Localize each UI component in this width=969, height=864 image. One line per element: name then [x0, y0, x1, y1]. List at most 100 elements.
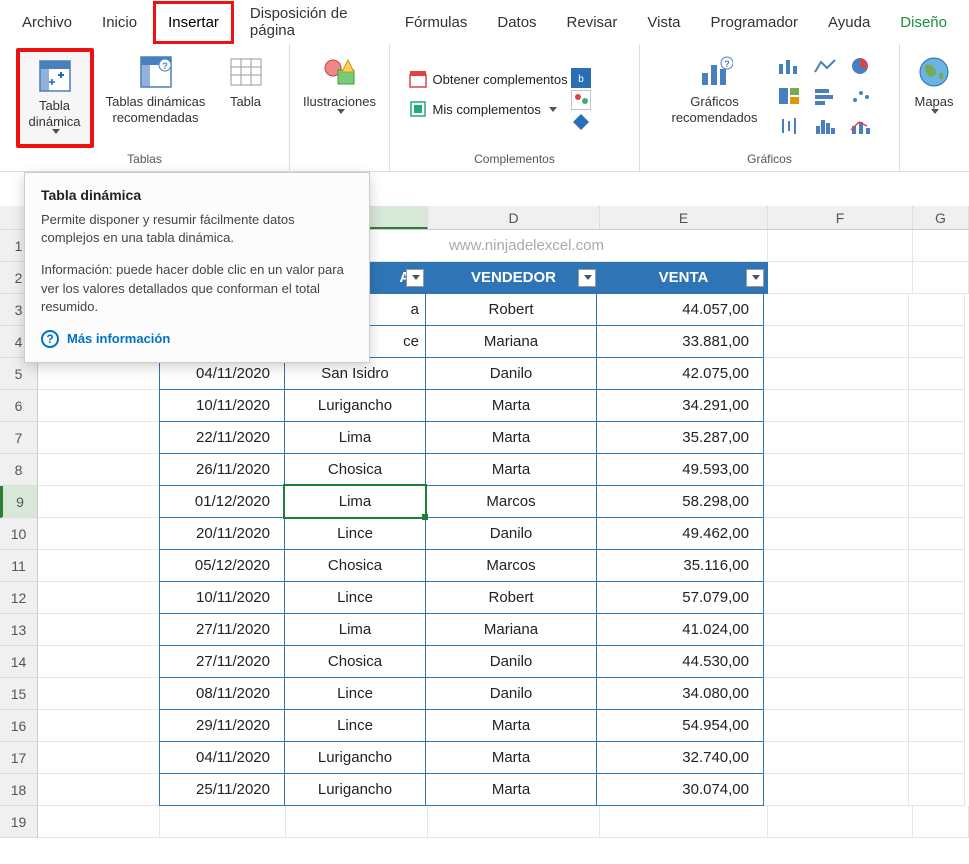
cell-ciudad-17[interactable]: Lurigancho	[284, 741, 426, 774]
cell-F8[interactable]	[764, 454, 909, 486]
row-header-12[interactable]: 12	[0, 582, 37, 614]
filter-dropdown-icon[interactable]	[746, 269, 764, 287]
row-header-19[interactable]: 19	[0, 806, 37, 838]
cell-vendedor-12[interactable]: Robert	[425, 581, 597, 614]
cell-ciudad-6[interactable]: Lurigancho	[284, 389, 426, 422]
cell-G13[interactable]	[909, 614, 965, 646]
row-header-13[interactable]: 13	[0, 614, 37, 646]
line-chart-icon[interactable]	[808, 52, 842, 80]
cell-F7[interactable]	[764, 422, 909, 454]
col-header-E[interactable]: E	[600, 206, 768, 229]
row-header-9[interactable]: 9	[0, 486, 37, 518]
cell-venta-8[interactable]: 49.593,00	[596, 453, 764, 486]
cell-venta-5[interactable]: 42.075,00	[596, 357, 764, 390]
row-header-7[interactable]: 7	[0, 422, 37, 454]
col-header-F[interactable]: F	[768, 206, 913, 229]
cell-fecha-15[interactable]: 08/11/2020	[159, 677, 285, 710]
cell-F11[interactable]	[764, 550, 909, 582]
cell-venta-9[interactable]: 58.298,00	[596, 485, 764, 518]
cell-A12[interactable]	[38, 582, 160, 614]
cell-fecha-17[interactable]: 04/11/2020	[159, 741, 285, 774]
pivot-table-button[interactable]: Tabla dinámica	[16, 48, 94, 148]
cell-G6[interactable]	[909, 390, 965, 422]
cell-F15[interactable]	[764, 678, 909, 710]
cell-A9[interactable]	[38, 486, 160, 518]
cell-A7[interactable]	[38, 422, 160, 454]
row-header-18[interactable]: 18	[0, 774, 37, 806]
cell-G18[interactable]	[909, 774, 965, 806]
cell-vendedor-6[interactable]: Marta	[425, 389, 597, 422]
cell-ciudad-8[interactable]: Chosica	[284, 453, 426, 486]
row-header-11[interactable]: 11	[0, 550, 37, 582]
cell-ciudad-10[interactable]: Lince	[284, 517, 426, 550]
cell-E19[interactable]	[600, 806, 768, 838]
menu-formulas[interactable]: Fórmulas	[391, 2, 482, 43]
row-header-17[interactable]: 17	[0, 742, 37, 774]
cell-F14[interactable]	[764, 646, 909, 678]
cell-A16[interactable]	[38, 710, 160, 742]
filter-dropdown-icon[interactable]	[578, 269, 596, 287]
cell-C19[interactable]	[286, 806, 428, 838]
cell-fecha-11[interactable]: 05/12/2020	[159, 549, 285, 582]
cell-A14[interactable]	[38, 646, 160, 678]
combo-chart-icon[interactable]	[844, 112, 878, 140]
cell-vendedor-8[interactable]: Marta	[425, 453, 597, 486]
table-header-vendedor[interactable]: VENDEDOR	[428, 262, 600, 294]
cell-vendedor-3[interactable]: Robert	[425, 293, 597, 326]
cell-ciudad-7[interactable]: Lima	[284, 421, 426, 454]
scatter-chart-icon[interactable]	[844, 82, 878, 110]
cell-venta-10[interactable]: 49.462,00	[596, 517, 764, 550]
menu-inicio[interactable]: Inicio	[88, 2, 151, 43]
cell-ciudad-18[interactable]: Lurigancho	[284, 773, 426, 806]
cell-venta-13[interactable]: 41.024,00	[596, 613, 764, 646]
recommended-pivot-button[interactable]: ? Tablas dinámicas recomendadas	[98, 48, 214, 148]
people-graph-icon[interactable]	[571, 90, 589, 108]
row-header-6[interactable]: 6	[0, 390, 37, 422]
cell-F13[interactable]	[764, 614, 909, 646]
cell-G17[interactable]	[909, 742, 965, 774]
cell-venta-14[interactable]: 44.530,00	[596, 645, 764, 678]
cell-G15[interactable]	[909, 678, 965, 710]
bing-maps-icon[interactable]: b	[571, 68, 589, 86]
cell-A10[interactable]	[38, 518, 160, 550]
cell-ciudad-9[interactable]: Lima	[284, 485, 426, 518]
cell-F17[interactable]	[764, 742, 909, 774]
cell-fecha-7[interactable]: 22/11/2020	[159, 421, 285, 454]
cell-F5[interactable]	[764, 358, 909, 390]
cell-F1[interactable]	[768, 230, 913, 262]
cell-G1[interactable]	[913, 230, 969, 262]
cell-ciudad-11[interactable]: Chosica	[284, 549, 426, 582]
cell-ciudad-15[interactable]: Lince	[284, 677, 426, 710]
cell-G10[interactable]	[909, 518, 965, 550]
column-chart-icon[interactable]	[772, 52, 806, 80]
histogram-chart-icon[interactable]	[808, 112, 842, 140]
cell-fecha-13[interactable]: 27/11/2020	[159, 613, 285, 646]
cell-G11[interactable]	[909, 550, 965, 582]
cell-B19[interactable]	[160, 806, 286, 838]
cell-vendedor-13[interactable]: Mariana	[425, 613, 597, 646]
cell-vendedor-15[interactable]: Danilo	[425, 677, 597, 710]
cell-venta-16[interactable]: 54.954,00	[596, 709, 764, 742]
cell-vendedor-14[interactable]: Danilo	[425, 645, 597, 678]
table-button[interactable]: Tabla	[218, 48, 274, 148]
cell-vendedor-9[interactable]: Marcos	[425, 485, 597, 518]
menu-vista[interactable]: Vista	[633, 2, 694, 43]
row-header-16[interactable]: 16	[0, 710, 37, 742]
row-header-14[interactable]: 14	[0, 646, 37, 678]
cell-F9[interactable]	[764, 486, 909, 518]
cell-F2[interactable]	[768, 262, 913, 294]
cell-G3[interactable]	[909, 294, 965, 326]
cell-fecha-9[interactable]: 01/12/2020	[159, 485, 285, 518]
cell-A11[interactable]	[38, 550, 160, 582]
cell-G19[interactable]	[913, 806, 969, 838]
cell-F12[interactable]	[764, 582, 909, 614]
cell-A15[interactable]	[38, 678, 160, 710]
cell-F18[interactable]	[764, 774, 909, 806]
cell-fecha-14[interactable]: 27/11/2020	[159, 645, 285, 678]
cell-ciudad-12[interactable]: Lince	[284, 581, 426, 614]
cell-venta-15[interactable]: 34.080,00	[596, 677, 764, 710]
cell-G2[interactable]	[913, 262, 969, 294]
cell-venta-11[interactable]: 35.116,00	[596, 549, 764, 582]
cell-venta-4[interactable]: 33.881,00	[596, 325, 764, 358]
cell-venta-17[interactable]: 32.740,00	[596, 741, 764, 774]
